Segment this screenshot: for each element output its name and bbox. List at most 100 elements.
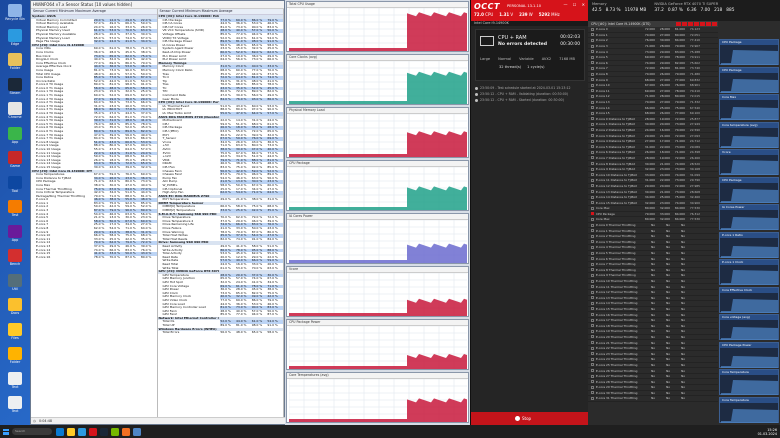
mini-graph[interactable]: Core Effective Clock xyxy=(719,286,779,313)
row-checkbox[interactable] xyxy=(591,285,594,289)
row-checkbox[interactable] xyxy=(591,55,594,59)
row-checkbox[interactable] xyxy=(591,307,594,311)
row-checkbox[interactable] xyxy=(591,374,594,378)
row-checkbox[interactable] xyxy=(591,38,594,42)
row-checkbox[interactable] xyxy=(591,273,594,277)
row-checkbox[interactable] xyxy=(591,145,594,149)
taskbar-app-icon[interactable] xyxy=(111,427,119,436)
search-box[interactable]: Search xyxy=(12,428,52,435)
mini-graph[interactable]: Core voltage (avg) xyxy=(719,314,779,340)
row-checkbox[interactable] xyxy=(591,201,594,205)
taskbar-app-icon[interactable] xyxy=(133,427,141,436)
row-checkbox[interactable] xyxy=(591,89,594,93)
desktop-icon[interactable]: Text xyxy=(3,371,27,395)
mini-graph[interactable]: CPU Package xyxy=(719,39,779,65)
row-checkbox[interactable] xyxy=(591,128,594,132)
row-checkbox[interactable] xyxy=(591,240,594,244)
row-checkbox[interactable] xyxy=(591,391,594,395)
row-checkbox[interactable] xyxy=(591,94,594,98)
row-checkbox[interactable] xyxy=(591,50,594,54)
row-checkbox[interactable] xyxy=(591,324,594,328)
start-button[interactable] xyxy=(3,428,9,435)
desktop-icon[interactable]: Text xyxy=(3,395,27,419)
row-checkbox[interactable] xyxy=(591,212,594,216)
row-checkbox[interactable] xyxy=(591,329,594,333)
row-checkbox[interactable] xyxy=(591,385,594,389)
sensor-graph-window[interactable]: Vcore xyxy=(286,266,469,317)
row-checkbox[interactable] xyxy=(591,44,594,48)
desktop-icon[interactable]: Docs xyxy=(3,297,27,321)
row-checkbox[interactable] xyxy=(591,78,594,82)
sensor-graph-window[interactable]: Total CPU Usage xyxy=(286,1,469,52)
row-checkbox[interactable] xyxy=(591,173,594,177)
desktop-icon[interactable]: Edge xyxy=(3,28,27,52)
desktop-icon[interactable]: Folder xyxy=(3,52,27,76)
row-checkbox[interactable] xyxy=(591,352,594,356)
row-checkbox[interactable] xyxy=(591,33,594,37)
row-checkbox[interactable] xyxy=(591,178,594,182)
row-checkbox[interactable] xyxy=(591,139,594,143)
stop-button[interactable]: Stop xyxy=(515,415,531,422)
desktop-icon[interactable]: Steam xyxy=(3,77,27,101)
monitoring-row[interactable]: E-core 31 Thermal Throttling No No No xyxy=(588,396,718,402)
row-checkbox[interactable] xyxy=(591,162,594,166)
row-checkbox[interactable] xyxy=(591,83,594,87)
mini-graph[interactable]: CPU Package xyxy=(719,66,779,93)
row-checkbox[interactable] xyxy=(591,190,594,194)
row-checkbox[interactable] xyxy=(591,206,594,210)
sensor-graph-window[interactable]: Core Temperatures (avg) xyxy=(286,372,469,423)
sensor-graph-window[interactable]: IA Cores Power xyxy=(286,213,469,264)
row-checkbox[interactable] xyxy=(591,223,594,227)
row-checkbox[interactable] xyxy=(591,234,594,238)
mini-graph[interactable]: Vcore xyxy=(719,149,779,175)
hwinfo-titlebar[interactable]: HWiNFO64 v7.x Sensor Status [10 values h… xyxy=(31,1,284,9)
mini-graph[interactable]: IA Cores Power xyxy=(719,204,779,230)
row-checkbox[interactable] xyxy=(591,111,594,115)
row-checkbox[interactable] xyxy=(591,262,594,266)
row-checkbox[interactable] xyxy=(591,195,594,199)
row-checkbox[interactable] xyxy=(591,363,594,367)
sensor-graph-window[interactable]: CPU Package Power xyxy=(286,319,469,370)
taskbar-app-icon[interactable] xyxy=(89,427,97,436)
desktop-icon[interactable]: App xyxy=(3,224,27,248)
mini-graph[interactable]: CPU Package Power xyxy=(719,341,779,368)
desktop-icon[interactable]: Bench xyxy=(3,248,27,272)
row-checkbox[interactable] xyxy=(591,167,594,171)
mini-graph[interactable]: CPU Package xyxy=(719,176,779,203)
row-checkbox[interactable] xyxy=(591,100,594,104)
desktop-icon[interactable]: Game xyxy=(3,150,27,174)
mini-graph[interactable]: Core temperature (avg) xyxy=(719,121,779,148)
mini-graph[interactable]: Core Temperature xyxy=(719,369,779,395)
row-checkbox[interactable] xyxy=(591,341,594,345)
hwinfo-sensor-row[interactable]: E-core 16 78.0 % 70.0 % 87.0 % 80.0 % xyxy=(31,255,157,260)
taskbar-app-icon[interactable] xyxy=(56,427,64,436)
mini-graph[interactable]: P-core 1 Ratio xyxy=(719,231,779,258)
desktop-icon[interactable]: Files xyxy=(3,322,27,346)
row-checkbox[interactable] xyxy=(591,27,594,31)
row-checkbox[interactable] xyxy=(591,335,594,339)
taskbar-app-icon[interactable] xyxy=(122,427,130,436)
desktop-icon[interactable]: Test xyxy=(3,199,27,223)
row-checkbox[interactable] xyxy=(591,122,594,126)
row-checkbox[interactable] xyxy=(591,257,594,261)
sensor-graph-window[interactable]: Core Clocks (avg) xyxy=(286,54,469,105)
row-checkbox[interactable] xyxy=(591,61,594,65)
row-checkbox[interactable] xyxy=(591,217,594,221)
mini-graph[interactable]: P-core 1 Clock xyxy=(719,259,779,285)
row-checkbox[interactable] xyxy=(591,290,594,294)
row-checkbox[interactable] xyxy=(591,184,594,188)
desktop-icon[interactable]: Tool xyxy=(3,175,27,199)
row-checkbox[interactable] xyxy=(591,106,594,110)
row-checkbox[interactable] xyxy=(591,318,594,322)
row-checkbox[interactable] xyxy=(591,117,594,121)
row-checkbox[interactable] xyxy=(591,156,594,160)
row-checkbox[interactable] xyxy=(591,357,594,361)
row-checkbox[interactable] xyxy=(591,301,594,305)
desktop-icon[interactable]: Recycle Bin xyxy=(3,3,27,27)
row-checkbox[interactable] xyxy=(591,296,594,300)
system-tray-clock[interactable]: 15:26 01.03.2024 xyxy=(758,428,777,436)
row-checkbox[interactable] xyxy=(591,229,594,233)
desktop-icon[interactable]: Folder xyxy=(3,346,27,370)
row-checkbox[interactable] xyxy=(591,279,594,283)
row-checkbox[interactable] xyxy=(591,313,594,317)
